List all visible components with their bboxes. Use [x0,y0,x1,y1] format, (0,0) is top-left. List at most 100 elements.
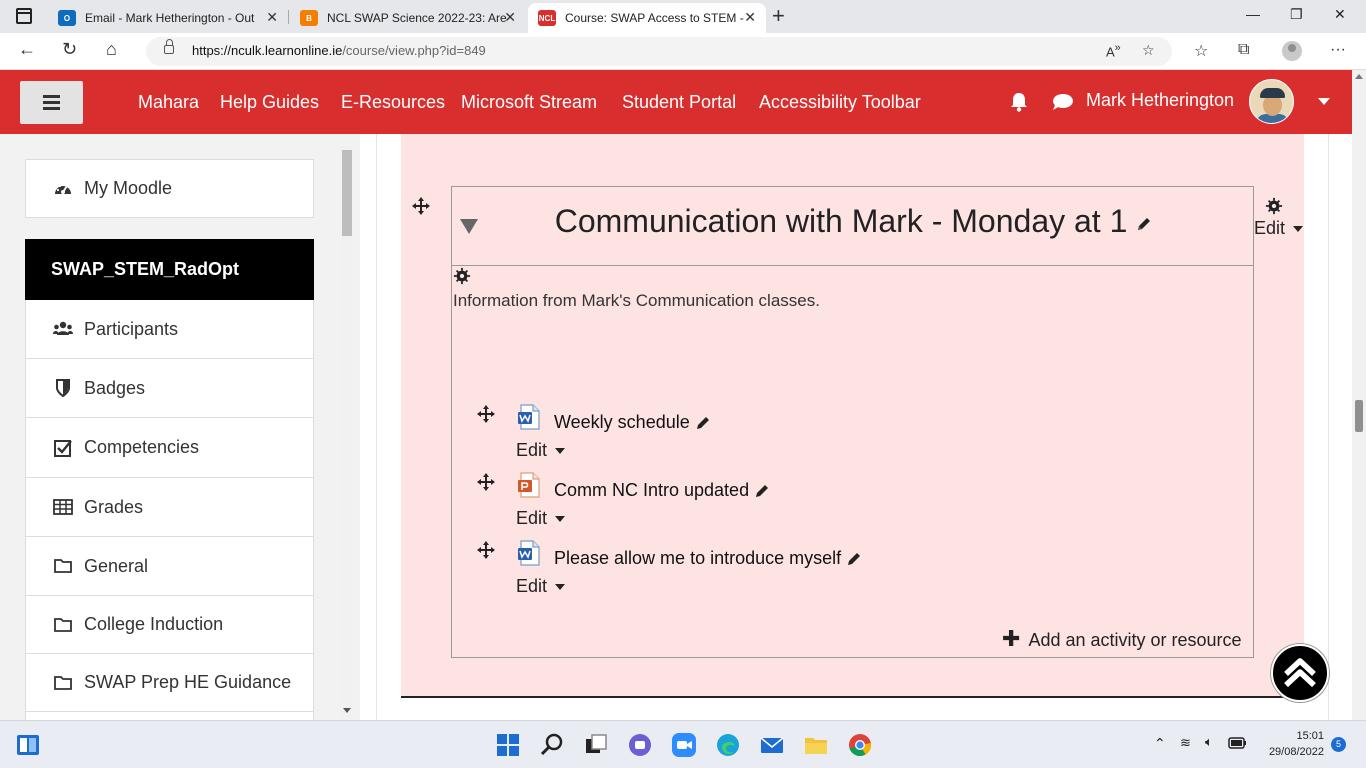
close-icon[interactable]: ✕ [266,9,278,26]
tab-ncl-swap-science[interactable]: B NCL SWAP Science 2022-23: Are ✕ [290,3,526,33]
close-icon[interactable]: ✕ [504,9,516,26]
activity-edit-menu[interactable]: Edit [516,576,566,597]
chevron-down-icon[interactable] [1318,98,1330,105]
section-edit-menu[interactable]: Edit [1254,218,1304,239]
section-summary: Information from Mark's Communication cl… [453,291,820,310]
nav-link-accessibility-toolbar[interactable]: Accessibility Toolbar [759,92,921,113]
sidebar-item-general[interactable]: General [25,537,314,596]
word-document-icon[interactable] [516,540,542,566]
activity-edit-menu[interactable]: Edit [516,508,566,529]
page-scrollbar[interactable] [1352,70,1366,720]
sidebar-item-competencies[interactable]: Competencies [25,418,314,478]
file-explorer-icon[interactable] [802,731,830,759]
favorites-icon[interactable]: ☆ [1194,41,1208,61]
section-content [451,265,1254,658]
checkbox-icon [54,439,72,457]
sidebar-scrollbar[interactable] [340,146,354,720]
chevron-up-icon[interactable]: ⌃ [1154,735,1166,752]
volume-icon[interactable]: 🔈︎ [1205,734,1213,750]
browser-toolbar: ← ↻ ⌂ https://nculk.learnonline.ie/cours… [0,33,1366,70]
restore-icon[interactable]: ❐ [1290,6,1303,23]
activity-edit-menu[interactable]: Edit [516,440,566,461]
sidebar-item-college-induction[interactable]: College Induction [25,596,314,654]
sidebar-item-participants[interactable]: Participants [25,300,314,359]
collections-icon[interactable]: ⧉ [1238,41,1249,59]
chevron-down-icon [555,584,566,591]
start-icon[interactable] [494,731,522,759]
chat-icon[interactable] [1052,93,1074,111]
back-to-top-button[interactable] [1271,644,1329,702]
move-icon[interactable] [411,196,431,216]
sidebar-scrollbar-thumb[interactable] [342,150,352,236]
plus-icon: ✚ [1002,626,1021,651]
home-icon[interactable]: ⌂ [106,39,117,60]
back-icon[interactable]: ← [18,39,36,60]
clock-date[interactable]: 29/08/2022 [1258,746,1324,758]
zoom-icon[interactable] [670,731,698,759]
wifi-icon[interactable]: ≋ [1180,735,1191,751]
user-name[interactable]: Mark Hetherington [1086,90,1234,111]
blogger-icon: B [300,10,318,26]
add-favorite-icon[interactable]: ☆ [1142,42,1155,59]
sidebar-item-my-moodle[interactable]: My Moodle [25,159,314,218]
minimize-icon[interactable]: — [1246,6,1260,22]
tab-course-swap-stem[interactable]: NCL Course: SWAP Access to STEM - ✕ [528,3,766,33]
refresh-icon[interactable]: ↻ [62,39,77,60]
sidebar-item-course[interactable]: SWAP_STEM_RadOpt [25,239,314,300]
avatar[interactable] [1249,79,1294,124]
dashboard-icon [55,182,71,194]
pencil-icon[interactable] [754,483,770,499]
pencil-icon[interactable] [1136,216,1152,232]
activity-link[interactable]: Please allow me to introduce myself [554,548,862,569]
pencil-icon[interactable] [695,415,711,431]
clock-time[interactable]: 15:01 [1290,730,1324,742]
search-icon[interactable] [538,731,566,759]
nav-link-mahara[interactable]: Mahara [138,92,199,113]
nav-link-student-portal[interactable]: Student Portal [622,92,736,113]
gear-icon[interactable] [1265,197,1283,215]
close-icon[interactable]: ✕ [744,9,756,26]
notification-badge[interactable]: 5 [1331,737,1346,752]
battery-icon[interactable] [1228,737,1248,749]
read-aloud-icon[interactable]: A» [1106,42,1121,59]
chevron-down-icon [555,516,566,523]
teams-chat-icon[interactable] [626,731,654,759]
chevron-down-icon [1293,226,1304,233]
activity-link[interactable]: Weekly schedule [554,412,711,433]
edge-icon[interactable] [714,731,742,759]
new-tab-button[interactable]: + [772,3,785,29]
tab-email[interactable]: O Email - Mark Hetherington - Out ✕ [48,3,288,33]
bell-icon[interactable] [1010,92,1028,112]
folder-icon [54,559,72,573]
sidebar-item-badges[interactable]: Badges [25,359,314,418]
sidebar-item-swap-prep-he-guidance[interactable]: SWAP Prep HE Guidance [25,654,314,712]
task-view-icon[interactable] [582,731,610,759]
move-icon[interactable] [476,404,496,424]
word-document-icon[interactable] [516,404,542,430]
nav-link-help-guides[interactable]: Help Guides [220,92,319,113]
tab-actions-icon[interactable] [16,8,32,24]
move-icon[interactable] [476,540,496,560]
sidebar-item-grades[interactable]: Grades [25,478,314,537]
page-scrollbar-thumb[interactable] [1355,400,1363,432]
nav-link-e-resources[interactable]: E-Resources [341,92,445,113]
lock-icon[interactable] [164,39,174,54]
move-icon[interactable] [476,472,496,492]
sidebar-item-next[interactable] [25,712,314,720]
widgets-icon[interactable] [16,733,40,757]
pencil-icon[interactable] [846,551,862,567]
address-bar[interactable]: https://nculk.learnonline.ie/course/view… [146,37,1172,66]
menu-toggle-button[interactable] [20,81,83,124]
more-icon[interactable]: ··· [1330,41,1346,59]
powerpoint-icon[interactable] [516,472,542,498]
add-activity-button[interactable]: ✚ Add an activity or resource [1002,626,1242,652]
nav-link-microsoft-stream[interactable]: Microsoft Stream [461,92,597,113]
profile-icon[interactable] [1282,41,1302,61]
chevron-down-icon [555,448,566,455]
gear-icon[interactable] [453,267,471,285]
ncl-icon: NCL [538,10,556,26]
close-window-icon[interactable]: ✕ [1334,6,1346,23]
chrome-icon[interactable] [846,731,874,759]
activity-link[interactable]: Comm NC Intro updated [554,480,770,501]
mail-icon[interactable] [758,731,786,759]
